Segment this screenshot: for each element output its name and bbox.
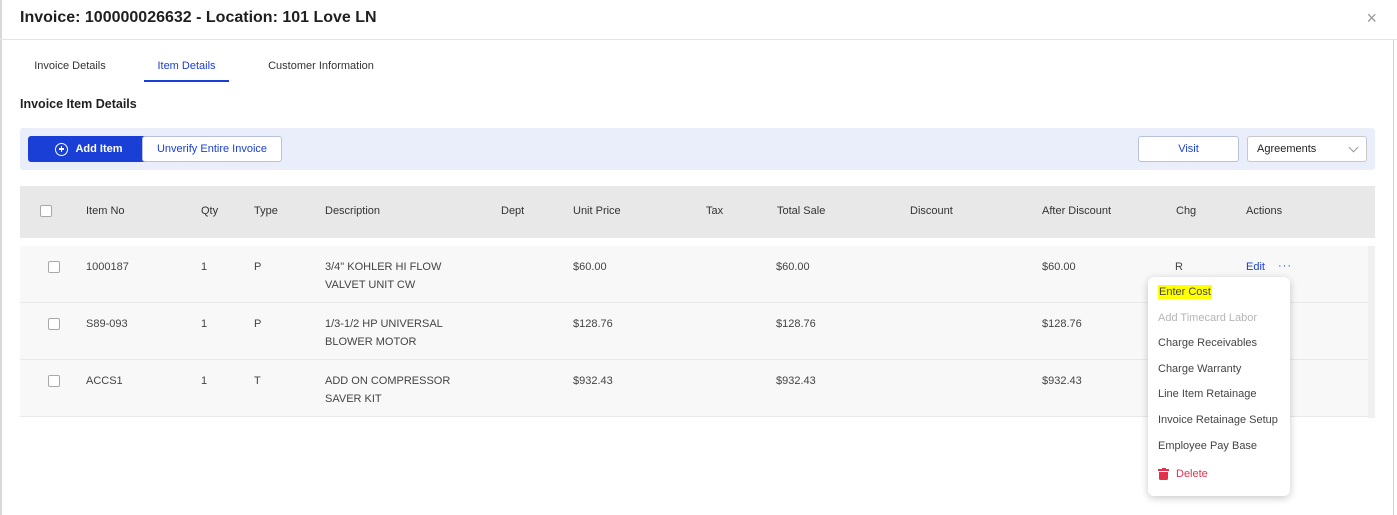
trash-icon: [1158, 467, 1169, 480]
cell-after-discount: $128.76: [1042, 318, 1082, 330]
column-header-type: Type: [254, 205, 278, 217]
add-item-label: Add Item: [75, 143, 123, 155]
cell-type: P: [254, 318, 262, 330]
plus-circle-icon: [55, 142, 69, 156]
menu-item-label: Enter Cost: [1158, 285, 1212, 299]
menu-item-add-timecard-labor: Add Timecard Labor: [1158, 312, 1258, 324]
menu-item-charge-warranty[interactable]: Charge Warranty: [1158, 363, 1241, 375]
cell-description: 3/4" KOHLER HI FLOW VALVET UNIT CW: [325, 259, 441, 294]
cell-item-no: ACCS1: [86, 375, 123, 387]
section-title: Invoice Item Details: [20, 97, 137, 111]
cell-type: T: [254, 375, 261, 387]
agreements-select-value: Agreements: [1257, 143, 1317, 155]
edit-link[interactable]: Edit: [1246, 259, 1265, 277]
agreements-select[interactable]: Agreements: [1247, 136, 1367, 162]
menu-item-label: Delete: [1176, 468, 1208, 480]
description-line-2: SAVER KIT: [325, 392, 382, 405]
close-icon[interactable]: ×: [1366, 8, 1377, 29]
menu-item-employee-pay-base[interactable]: Employee Pay Base: [1158, 440, 1257, 452]
column-header-chg: Chg: [1176, 205, 1197, 217]
column-header-dept: Dept: [501, 205, 525, 217]
column-header-qty: Qty: [201, 205, 219, 217]
cell-type: P: [254, 261, 262, 273]
modal-right-border: [1393, 40, 1394, 515]
menu-item-line-item-retainage[interactable]: Line Item Retainage: [1158, 388, 1256, 400]
cell-description: 1/3-1/2 HP UNIVERSAL BLOWER MOTOR: [325, 316, 443, 351]
column-header-actions: Actions: [1246, 205, 1283, 217]
description-line-2: BLOWER MOTOR: [325, 335, 417, 348]
column-header-item-no: Item No: [86, 205, 125, 217]
cell-total-sale: $60.00: [776, 261, 810, 273]
visit-button[interactable]: Visit: [1138, 136, 1239, 162]
column-header-description: Description: [325, 205, 381, 217]
unverify-entire-invoice-button[interactable]: Unverify Entire Invoice: [142, 136, 282, 162]
cell-item-no: 1000187: [86, 261, 129, 273]
description-line-1: ADD ON COMPRESSOR: [325, 375, 451, 387]
table-scrollbar[interactable]: [1368, 246, 1375, 418]
row-checkbox[interactable]: [48, 318, 60, 330]
cell-total-sale: $932.43: [776, 375, 816, 387]
table-header: Item No Qty Type Description Dept Unit P…: [20, 186, 1375, 238]
cell-unit-price: $128.76: [573, 318, 613, 330]
cell-after-discount: $932.43: [1042, 375, 1082, 387]
menu-item-enter-cost[interactable]: Enter Cost: [1158, 285, 1212, 299]
description-line-2: VALVET UNIT CW: [325, 278, 416, 291]
menu-item-delete[interactable]: Delete: [1158, 467, 1208, 480]
cell-unit-price: $932.43: [573, 375, 613, 387]
cell-qty: 1: [201, 261, 208, 273]
tab-customer-information[interactable]: Customer Information: [260, 52, 382, 82]
add-item-button[interactable]: Add Item: [28, 136, 150, 162]
cell-description: ADD ON COMPRESSOR SAVER KIT: [325, 373, 450, 408]
tab-item-details[interactable]: Item Details: [144, 52, 229, 82]
toolbar: Add Item Unverify Entire Invoice Visit A…: [20, 128, 1375, 170]
chevron-down-icon: [1348, 142, 1359, 153]
row-checkbox[interactable]: [48, 261, 60, 273]
column-header-unit-price: Unit Price: [573, 205, 621, 217]
cell-unit-price: $60.00: [573, 261, 607, 273]
description-line-1: 3/4" KOHLER HI FLOW: [325, 261, 442, 273]
row-actions-menu: Enter Cost Add Timecard Labor Charge Rec…: [1148, 277, 1290, 496]
menu-item-invoice-retainage-setup[interactable]: Invoice Retainage Setup: [1158, 414, 1278, 426]
column-header-discount: Discount: [910, 205, 953, 217]
more-actions-icon[interactable]: ···: [1278, 258, 1292, 276]
cell-chg: R: [1175, 261, 1183, 273]
modal-title: Invoice: 100000026632 - Location: 101 Lo…: [20, 9, 377, 26]
column-header-after-discount: After Discount: [1042, 205, 1112, 217]
cell-qty: 1: [201, 375, 208, 387]
row-checkbox[interactable]: [48, 375, 60, 387]
tab-invoice-details[interactable]: Invoice Details: [20, 52, 120, 82]
cell-item-no: S89-093: [86, 318, 128, 330]
menu-item-charge-receivables[interactable]: Charge Receivables: [1158, 337, 1257, 349]
column-header-total-sale: Total Sale: [777, 205, 826, 217]
cell-qty: 1: [201, 318, 208, 330]
cell-after-discount: $60.00: [1042, 261, 1076, 273]
column-header-tax: Tax: [706, 205, 724, 217]
description-line-1: 1/3-1/2 HP UNIVERSAL: [325, 318, 443, 330]
modal-left-border: [0, 0, 2, 515]
modal-header: Invoice: 100000026632 - Location: 101 Lo…: [0, 0, 1397, 40]
select-all-checkbox[interactable]: [40, 205, 52, 217]
cell-total-sale: $128.76: [776, 318, 816, 330]
